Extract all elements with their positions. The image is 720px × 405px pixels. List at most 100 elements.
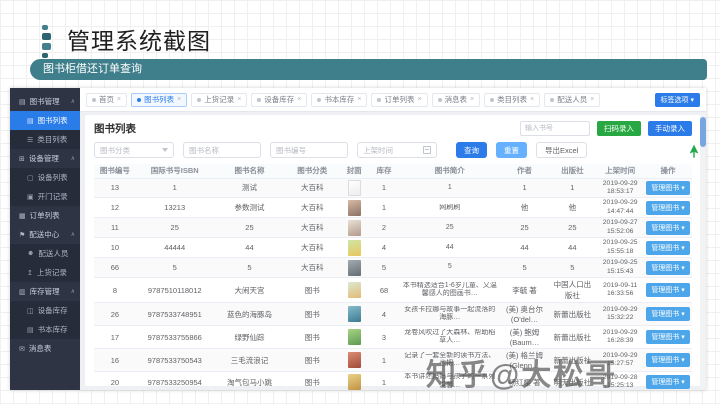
cell-operation: 管理图书 ▾ <box>644 257 692 279</box>
book-no-input[interactable] <box>270 142 348 158</box>
book-cover <box>347 259 361 276</box>
manage-book-button[interactable]: 管理图书 ▾ <box>646 260 690 275</box>
cell-book-name: 25 <box>213 217 286 239</box>
book-cover <box>347 219 361 236</box>
sidebar-item[interactable]: ▤ 图书管理 ∧ <box>10 92 80 111</box>
manual-entry-button[interactable]: 手动录入 <box>648 121 692 136</box>
tab-dot-icon <box>490 97 495 102</box>
manage-book-button[interactable]: 管理图书 ▾ <box>646 200 690 215</box>
cell-author: 他 <box>500 197 549 219</box>
page-tab[interactable]: 图书列表 × <box>131 92 188 107</box>
table-header-cell: 封面 <box>339 164 370 179</box>
tab-close-icon[interactable]: × <box>357 96 361 103</box>
scan-entry-button[interactable]: 扫码录入 <box>597 121 641 136</box>
manage-book-button[interactable]: 管理图书 ▾ <box>646 307 690 322</box>
tab-close-icon[interactable]: × <box>177 96 181 103</box>
export-excel-button[interactable]: 导出Excel <box>536 142 588 158</box>
cell-shelf-time: 2019-09-29 18:53:17 <box>596 178 645 199</box>
page-tab[interactable]: 书本库存 × <box>311 92 368 107</box>
cell-stock: 4 <box>369 302 399 327</box>
sidebar-item[interactable]: ▤ 图书列表 <box>10 111 80 130</box>
cell-cover <box>339 197 370 219</box>
manage-book-button[interactable]: 管理图书 ▾ <box>646 375 690 390</box>
cell-book-no: 8 <box>94 277 136 304</box>
manage-book-button[interactable]: 管理图书 ▾ <box>646 353 690 368</box>
sidebar-item-icon: ↥ <box>27 269 33 277</box>
cell-operation: 管理图书 ▾ <box>644 217 692 239</box>
sidebar-item[interactable]: ☰ 类目列表 <box>10 130 80 149</box>
cell-operation: 管理图书 ▾ <box>644 237 692 259</box>
sidebar-item[interactable]: ↥ 上货记录 <box>10 263 80 282</box>
tab-dot-icon <box>137 97 142 102</box>
book-name-input[interactable] <box>183 142 261 158</box>
page-tab[interactable]: 类目列表 × <box>484 92 541 107</box>
sidebar-item-label: 设备列表 <box>37 173 68 182</box>
table-row: 26 9787533748951 蓝色的海豚岛 图书 4 女孩卡拉娜与故事一起流… <box>94 302 692 327</box>
sidebar-item[interactable]: ⚑ 配送中心 ∧ <box>10 225 80 244</box>
sidebar-item[interactable]: ✉ 消息表 <box>10 339 80 358</box>
sidebar-item[interactable]: ▢ 设备列表 <box>10 168 80 187</box>
sidebar-item-label: 图书列表 <box>37 116 68 125</box>
cell-author: 1 <box>500 178 549 199</box>
book-cover <box>347 199 361 216</box>
cell-book-no: 13 <box>94 178 136 199</box>
cell-operation: 管理图书 ▾ <box>644 277 692 304</box>
table-header-cell: 上架时间 <box>596 164 645 179</box>
shelf-date-picker[interactable]: 上架时间 <box>357 142 437 158</box>
sidebar-item-label: 设备库存 <box>37 306 68 315</box>
sidebar-item[interactable]: ▤ 书本库存 <box>10 320 80 339</box>
page-tab[interactable]: 订单列表 × <box>371 92 428 107</box>
query-button[interactable]: 查询 <box>456 142 487 158</box>
cell-publisher: 新蕾出版社 <box>548 302 597 327</box>
cell-cover <box>339 257 370 279</box>
manage-book-button[interactable]: 管理图书 ▾ <box>646 180 690 195</box>
page-tab[interactable]: 首页 × <box>86 92 128 107</box>
sidebar-item[interactable]: ▣ 开门记录 <box>10 187 80 206</box>
sidebar-item-label: 开门记录 <box>37 192 68 201</box>
manage-book-button[interactable]: 管理图书 ▾ <box>646 220 690 235</box>
sidebar-item[interactable]: ▦ 订单列表 <box>10 206 80 225</box>
manage-book-button[interactable]: 管理图书 ▾ <box>646 240 690 255</box>
tag-options-button[interactable]: 标签选项 ▾ <box>654 92 700 107</box>
cell-stock: 68 <box>369 277 399 304</box>
cell-author: 李毓 著 <box>500 277 549 304</box>
scrollbar-thumb[interactable] <box>700 117 706 147</box>
page-tab[interactable]: 设备库存 × <box>251 92 308 107</box>
page-tab[interactable]: 配送人员 × <box>544 92 601 107</box>
cell-isbn: 9787533755866 <box>135 325 214 350</box>
manage-book-button[interactable]: 管理图书 ▾ <box>646 330 690 345</box>
watermark: 知乎@大松哥 <box>426 359 618 392</box>
sidebar-item[interactable]: ☻ 配送人员 <box>10 244 80 263</box>
tab-dot-icon <box>92 97 96 102</box>
cell-publisher: 新蕾出版社 <box>548 325 597 350</box>
sidebar-item[interactable]: ▥ 库存管理 ∧ <box>10 282 80 301</box>
tab-label: 首页 <box>99 95 114 104</box>
cell-book-name: 淘气包马小跳 <box>213 371 286 390</box>
cell-book-no: 17 <box>94 325 136 350</box>
reset-button[interactable]: 重置 <box>496 142 527 158</box>
tab-close-icon[interactable]: × <box>470 96 474 103</box>
page-tab[interactable]: 消息表 × <box>431 92 481 107</box>
tab-close-icon[interactable]: × <box>117 96 121 103</box>
sidebar-item-label: 设备管理 <box>28 154 59 163</box>
book-code-entry-input[interactable] <box>520 121 590 136</box>
cell-category: 大百科 <box>285 217 340 239</box>
tab-close-icon[interactable]: × <box>590 96 594 103</box>
tab-close-icon[interactable]: × <box>530 96 534 103</box>
vertical-scrollbar[interactable] <box>700 113 706 388</box>
filter-bar: 图书分类 上架时间 查询 重置 导出Excel <box>94 142 692 158</box>
cell-intro: 网刷刷 <box>398 197 501 219</box>
cell-cover <box>339 178 370 199</box>
cell-shelf-time: 2019-09-29 14:47:44 <box>596 197 645 219</box>
page-tab[interactable]: 上货记录 × <box>191 92 248 107</box>
sidebar-item[interactable]: ◫ 设备库存 <box>10 301 80 320</box>
tab-close-icon[interactable]: × <box>297 96 301 103</box>
cell-book-name: 三毛流浪记 <box>213 348 286 373</box>
tab-close-icon[interactable]: × <box>237 96 241 103</box>
category-select[interactable]: 图书分类 <box>94 142 174 158</box>
manage-book-button[interactable]: 管理图书 ▾ <box>646 283 690 298</box>
cell-isbn: 9787533750543 <box>135 348 214 373</box>
cell-operation: 管理图书 ▾ <box>644 178 692 199</box>
sidebar-item[interactable]: ⊞ 设备管理 ∧ <box>10 149 80 168</box>
tab-close-icon[interactable]: × <box>417 96 421 103</box>
